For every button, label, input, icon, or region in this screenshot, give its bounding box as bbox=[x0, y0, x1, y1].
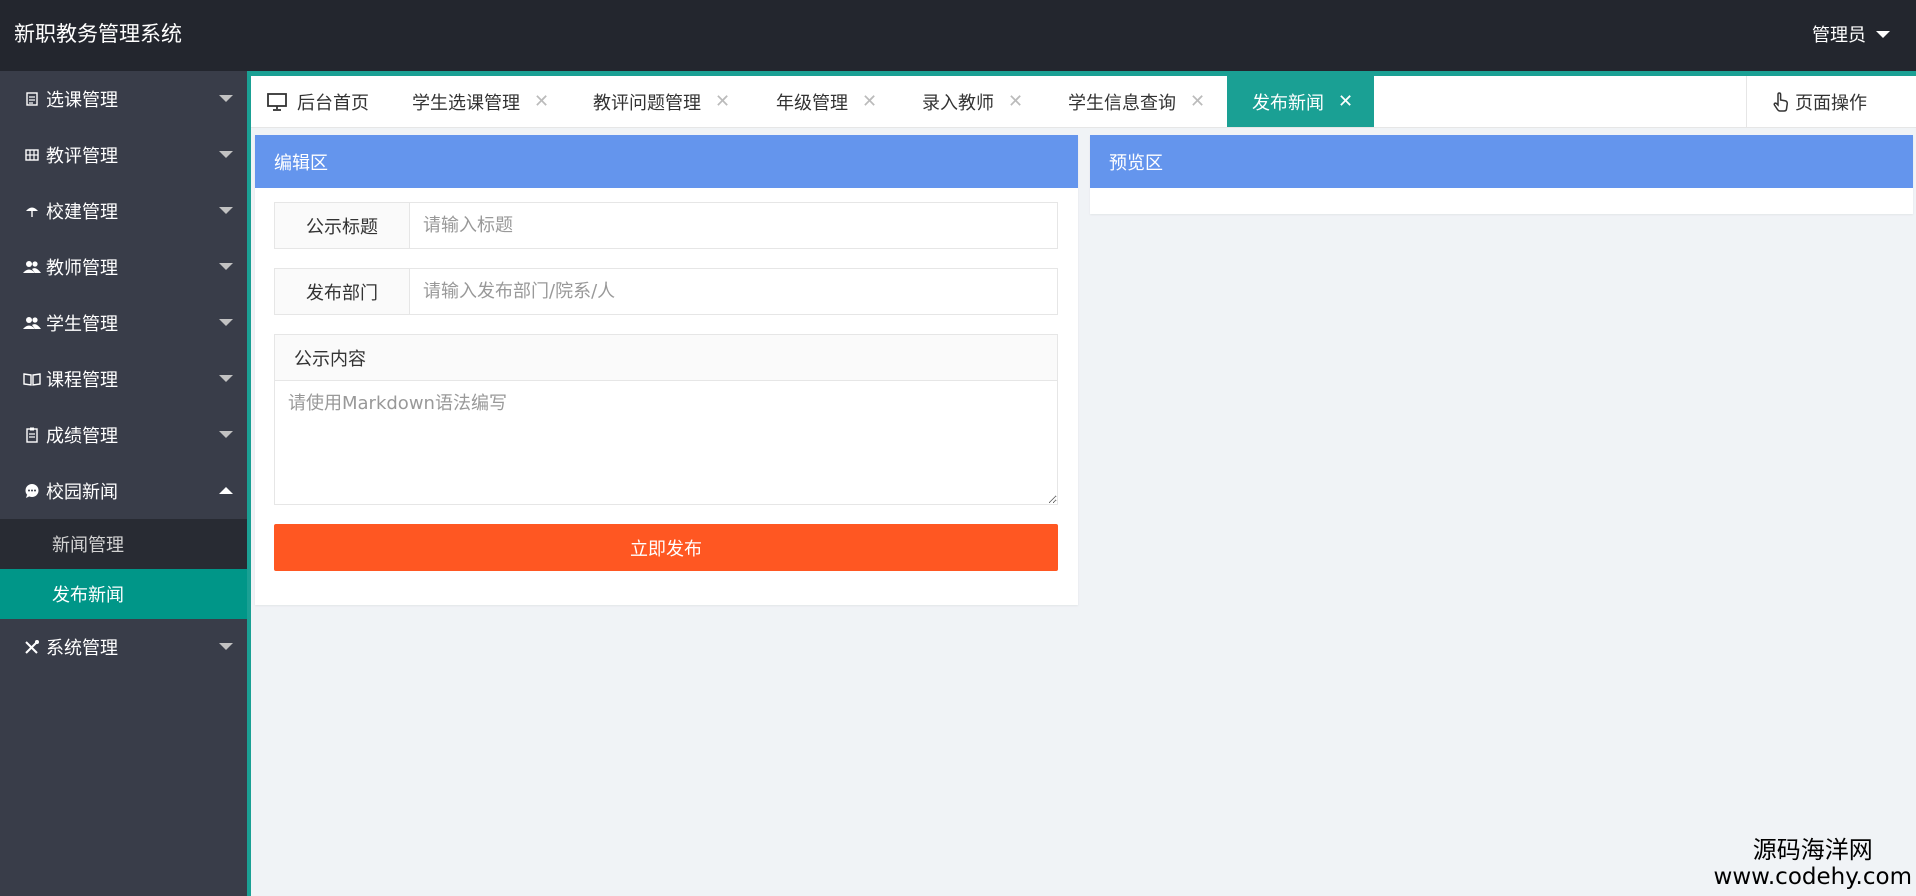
department-label: 发布部门 bbox=[275, 269, 410, 314]
watermark: 源码海洋网 www.codehy.com bbox=[1714, 836, 1912, 890]
chevron-down-icon bbox=[219, 375, 233, 382]
sidebar-item-label: 选课管理 bbox=[46, 90, 118, 111]
user-name: 管理员 bbox=[1812, 25, 1866, 46]
tab-label: 学生选课管理 bbox=[412, 92, 520, 114]
chevron-down-icon bbox=[219, 95, 233, 102]
tab-label: 教评问题管理 bbox=[593, 92, 701, 114]
sidebar-item-course-management[interactable]: 课程管理 bbox=[0, 351, 247, 407]
sidebar-item-grade-management[interactable]: 成绩管理 bbox=[0, 407, 247, 463]
sidebar-item-label: 教师管理 bbox=[46, 258, 118, 279]
content-block: 公示内容 bbox=[274, 334, 1058, 505]
sidebar-item-label: 课程管理 bbox=[46, 370, 118, 391]
users-icon bbox=[22, 313, 42, 333]
preview-panel-header: 预览区 bbox=[1090, 135, 1913, 188]
hand-pointer-icon bbox=[1773, 91, 1789, 112]
book-icon bbox=[22, 369, 42, 389]
sidebar-item-campus-news[interactable]: 校园新闻 bbox=[0, 463, 247, 519]
chevron-down-icon bbox=[219, 207, 233, 214]
monitor-icon bbox=[267, 92, 287, 111]
tab-evaluation-questions[interactable]: 教评问题管理 ✕ bbox=[573, 76, 730, 127]
clipboard-icon bbox=[22, 425, 42, 445]
tab-grade-level[interactable]: 年级管理 ✕ bbox=[756, 76, 877, 127]
top-header: 新职教务管理系统 管理员 bbox=[0, 0, 1916, 71]
umbrella-icon bbox=[22, 201, 42, 221]
sidebar-item-system-management[interactable]: 系统管理 bbox=[0, 619, 247, 675]
content-textarea[interactable] bbox=[275, 381, 1057, 504]
sidebar-subitem-publish-news[interactable]: 发布新闻 bbox=[0, 569, 247, 619]
chat-icon bbox=[22, 481, 42, 501]
sidebar-item-campus-construction[interactable]: 校建管理 bbox=[0, 183, 247, 239]
sidebar-subitem-news-management[interactable]: 新闻管理 bbox=[0, 519, 247, 569]
department-input[interactable] bbox=[410, 269, 1057, 314]
preview-panel: 预览区 bbox=[1090, 135, 1913, 214]
chevron-down-icon bbox=[219, 151, 233, 158]
close-icon[interactable]: ✕ bbox=[1008, 92, 1023, 111]
tools-icon bbox=[22, 637, 42, 657]
tab-student-course-selection[interactable]: 学生选课管理 ✕ bbox=[392, 76, 549, 127]
user-menu[interactable]: 管理员 bbox=[1812, 20, 1890, 48]
page-operations-button[interactable]: 页面操作 bbox=[1746, 76, 1916, 127]
sidebar-item-student-management[interactable]: 学生管理 bbox=[0, 295, 247, 351]
department-form-row: 发布部门 bbox=[274, 268, 1058, 315]
watermark-line-2: www.codehy.com bbox=[1713, 864, 1912, 890]
chevron-down-icon bbox=[219, 431, 233, 438]
chevron-down-icon bbox=[1876, 30, 1890, 38]
users-icon bbox=[22, 257, 42, 277]
publish-button[interactable]: 立即发布 bbox=[274, 524, 1058, 571]
grid-icon bbox=[22, 145, 42, 165]
sidebar: 选课管理 教评管理 校建管理 教师管理 学生管理 课程管理 成绩管理 校园新闻 … bbox=[0, 71, 247, 896]
tab-strip: 后台首页 学生选课管理 ✕ 教评问题管理 ✕ 年级管理 ✕ 录入教师 ✕ 学生信… bbox=[251, 71, 1916, 128]
tab-label: 录入教师 bbox=[922, 92, 994, 114]
tab-label: 后台首页 bbox=[297, 92, 369, 114]
chevron-down-icon bbox=[219, 319, 233, 326]
close-icon[interactable]: ✕ bbox=[1338, 92, 1353, 111]
tab-label: 发布新闻 bbox=[1252, 92, 1324, 114]
chevron-up-icon bbox=[219, 487, 233, 494]
sidebar-item-teaching-evaluation[interactable]: 教评管理 bbox=[0, 127, 247, 183]
main-content: 后台首页 学生选课管理 ✕ 教评问题管理 ✕ 年级管理 ✕ 录入教师 ✕ 学生信… bbox=[247, 71, 1916, 896]
sidebar-item-label: 教评管理 bbox=[46, 146, 118, 167]
chevron-down-icon bbox=[219, 643, 233, 650]
tab-label: 年级管理 bbox=[776, 92, 848, 114]
title-label: 公示标题 bbox=[275, 203, 410, 248]
campus-news-submenu: 新闻管理 发布新闻 bbox=[0, 519, 247, 619]
tab-home[interactable]: 后台首页 bbox=[251, 76, 369, 127]
watermark-line-1: 源码海洋网 bbox=[1752, 836, 1873, 864]
tab-student-info-query[interactable]: 学生信息查询 ✕ bbox=[1048, 76, 1205, 127]
sidebar-item-course-selection[interactable]: 选课管理 bbox=[0, 71, 247, 127]
app-title: 新职教务管理系统 bbox=[14, 22, 182, 46]
sidebar-item-label: 成绩管理 bbox=[46, 426, 118, 447]
editor-panel: 编辑区 公示标题 发布部门 公示内容 立即发布 bbox=[255, 135, 1078, 605]
tab-publish-news[interactable]: 发布新闻 ✕ bbox=[1227, 76, 1374, 127]
close-icon[interactable]: ✕ bbox=[534, 92, 549, 111]
sidebar-item-label: 系统管理 bbox=[46, 638, 118, 659]
sidebar-item-label: 校建管理 bbox=[46, 202, 118, 223]
close-icon[interactable]: ✕ bbox=[862, 92, 877, 111]
editor-panel-header: 编辑区 bbox=[255, 135, 1078, 188]
title-form-row: 公示标题 bbox=[274, 202, 1058, 249]
page-operations-label: 页面操作 bbox=[1795, 92, 1867, 114]
sidebar-item-label: 校园新闻 bbox=[46, 482, 118, 503]
sidebar-item-label: 学生管理 bbox=[46, 314, 118, 335]
close-icon[interactable]: ✕ bbox=[715, 92, 730, 111]
tab-add-teacher[interactable]: 录入教师 ✕ bbox=[902, 76, 1023, 127]
sidebar-item-teacher-management[interactable]: 教师管理 bbox=[0, 239, 247, 295]
document-icon bbox=[22, 89, 42, 109]
chevron-down-icon bbox=[219, 263, 233, 270]
close-icon[interactable]: ✕ bbox=[1190, 92, 1205, 111]
content-label: 公示内容 bbox=[275, 335, 1057, 381]
tab-label: 学生信息查询 bbox=[1068, 92, 1176, 114]
title-input[interactable] bbox=[410, 203, 1057, 248]
